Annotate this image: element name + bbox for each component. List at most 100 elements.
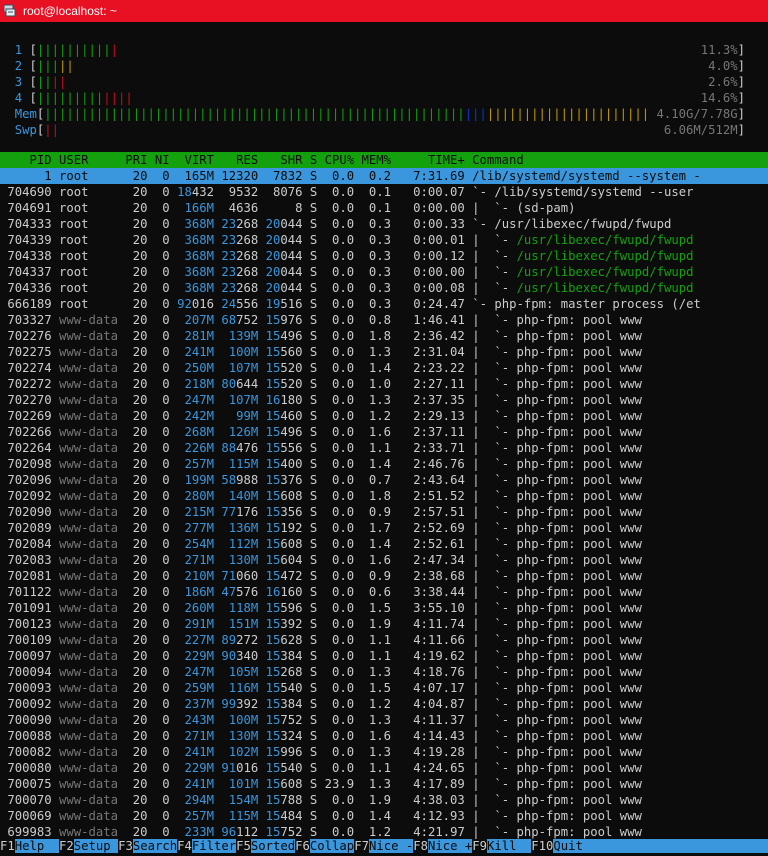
process-row[interactable]: 704337 root 20 0 368M 23268 20044 S 0.0 …	[0, 264, 768, 280]
cell-mem: 0.8	[354, 313, 392, 327]
process-row[interactable]: 701091 www-data 20 0 260M 118M 15596 S 0…	[0, 600, 768, 616]
fkey-f1[interactable]: F1Help	[0, 839, 60, 853]
fkey-f4[interactable]: F4Filter	[177, 839, 237, 853]
process-row[interactable]: 704691 root 20 0 166M 4636 8 S 0.0 0.1 0…	[0, 200, 768, 216]
process-row[interactable]: 702274 www-data 20 0 250M 107M 15520 S 0…	[0, 360, 768, 376]
fkey-f5[interactable]: F5Sorted	[236, 839, 296, 853]
column-header-pri[interactable]: PRI	[118, 153, 147, 167]
column-header-shr[interactable]: SHR	[258, 153, 302, 167]
process-row[interactable]: 704333 root 20 0 368M 23268 20044 S 0.0 …	[0, 216, 768, 232]
fkey-f9[interactable]: F9Kill	[472, 839, 532, 853]
cell-mem: 1.1	[354, 633, 392, 647]
fkey-f3[interactable]: F3Search	[118, 839, 178, 853]
cell-pid: 700094	[0, 665, 52, 679]
process-row[interactable]: 700080 www-data 20 0 229M 91016 15540 S …	[0, 760, 768, 776]
cell-s: S	[302, 793, 318, 807]
process-row[interactable]: 702270 www-data 20 0 247M 107M 16180 S 0…	[0, 392, 768, 408]
cell-pid: 704337	[0, 265, 52, 279]
tree-branch: | `-	[464, 377, 517, 391]
cell-cpu: 0.0	[317, 537, 355, 551]
column-header-s[interactable]: S	[302, 153, 317, 167]
cell-virt: 241M	[169, 745, 214, 759]
meter-bracket: ]	[737, 123, 745, 137]
cell-time: 2:38.68	[391, 569, 465, 583]
cell-shr: 15976	[258, 313, 303, 327]
process-row[interactable]: 702096 www-data 20 0 199M 58988 15376 S …	[0, 472, 768, 488]
process-row[interactable]: 701122 www-data 20 0 186M 47576 16160 S …	[0, 584, 768, 600]
process-row[interactable]: 700097 www-data 20 0 229M 90340 15384 S …	[0, 648, 768, 664]
column-header-virt[interactable]: VIRT	[170, 153, 214, 167]
process-row[interactable]: 700093 www-data 20 0 259M 116M 15540 S 0…	[0, 680, 768, 696]
process-row[interactable]: 702090 www-data 20 0 215M 77176 15356 S …	[0, 504, 768, 520]
cell-ni: 0	[147, 169, 170, 183]
process-row[interactable]: 704336 root 20 0 368M 23268 20044 S 0.0 …	[0, 280, 768, 296]
process-row[interactable]: 700109 www-data 20 0 227M 89272 15628 S …	[0, 632, 768, 648]
process-row[interactable]: 702269 www-data 20 0 242M 99M 15460 S 0.…	[0, 408, 768, 424]
fkey-f6[interactable]: F6Collap	[295, 839, 355, 853]
process-row[interactable]: 700069 www-data 20 0 257M 115M 15484 S 0…	[0, 808, 768, 824]
process-row[interactable]: 700092 www-data 20 0 237M 99392 15384 S …	[0, 696, 768, 712]
process-row[interactable]: 704338 root 20 0 368M 23268 20044 S 0.0 …	[0, 248, 768, 264]
cell-res-thousands: 71	[213, 569, 237, 583]
process-table-header[interactable]: PID USER PRI NI VIRT RES SHR S CPU% MEM%…	[0, 152, 768, 168]
process-row[interactable]: 700070 www-data 20 0 294M 154M 15788 S 0…	[0, 792, 768, 808]
cell-cmd: | `- php-fpm: pool www	[465, 425, 642, 439]
process-row[interactable]: 703327 www-data 20 0 207M 68752 15976 S …	[0, 312, 768, 328]
cell-s: S	[302, 713, 318, 727]
fkey-f8[interactable]: F8Nice +	[413, 839, 473, 853]
column-header-pid[interactable]: PID	[0, 153, 52, 167]
cell-time: 0:24.47	[391, 297, 465, 311]
process-row[interactable]: 702084 www-data 20 0 254M 112M 15608 S 0…	[0, 536, 768, 552]
fkey-f10[interactable]: F10Quit	[531, 839, 598, 853]
cell-shr-thousands: 15	[258, 777, 281, 791]
process-row[interactable]: 700075 www-data 20 0 241M 101M 15608 S 2…	[0, 776, 768, 792]
process-row[interactable]: 704339 root 20 0 368M 23268 20044 S 0.0 …	[0, 232, 768, 248]
cell-shr-thousands: 15	[258, 489, 281, 503]
cell-pri: 20	[118, 441, 148, 455]
cell-pid: 700090	[0, 713, 52, 727]
process-row[interactable]: 700082 www-data 20 0 241M 102M 15996 S 0…	[0, 744, 768, 760]
tree-branch: | `-	[464, 793, 517, 807]
process-row[interactable]: 700090 www-data 20 0 243M 100M 15752 S 0…	[0, 712, 768, 728]
process-row[interactable]: 702266 www-data 20 0 268M 126M 15496 S 0…	[0, 424, 768, 440]
cell-shr: 20044	[258, 249, 303, 263]
process-row[interactable]: 702272 www-data 20 0 218M 80644 15520 S …	[0, 376, 768, 392]
cell-res-thousands: 24	[213, 297, 237, 311]
process-row[interactable]: 702083 www-data 20 0 271M 130M 15604 S 0…	[0, 552, 768, 568]
cell-res: 101M	[213, 777, 259, 791]
cell-user: www-data	[51, 457, 119, 471]
column-header-cpu[interactable]: CPU%	[317, 153, 355, 167]
fkey-f7[interactable]: F7Nice -	[354, 839, 414, 853]
process-row[interactable]: 700094 www-data 20 0 247M 105M 15268 S 0…	[0, 664, 768, 680]
cell-virt: 271M	[169, 553, 214, 567]
process-row[interactable]: 700123 www-data 20 0 291M 151M 15392 S 0…	[0, 616, 768, 632]
process-row[interactable]: 1 root 20 0 165M 12320 7832 S 0.0 0.2 7:…	[0, 168, 768, 184]
cell-pri: 20	[118, 745, 148, 759]
process-row[interactable]: 702098 www-data 20 0 257M 115M 15400 S 0…	[0, 456, 768, 472]
process-row[interactable]: 702081 www-data 20 0 210M 71060 15472 S …	[0, 568, 768, 584]
swp-used-bar: ||	[44, 123, 60, 137]
cell-shr-thousands: 15	[258, 809, 281, 823]
fkey-f2[interactable]: F2Setup	[59, 839, 119, 853]
column-header-ni[interactable]: NI	[148, 153, 170, 167]
column-header-time[interactable]: TIME+	[391, 153, 465, 167]
process-row[interactable]: 700088 www-data 20 0 271M 130M 15324 S 0…	[0, 728, 768, 744]
process-row[interactable]: 666189 root 20 0 92016 24556 19516 S 0.0…	[0, 296, 768, 312]
cell-pid: 704333	[0, 217, 52, 231]
column-header-res[interactable]: RES	[214, 153, 258, 167]
cell-pri: 20	[118, 793, 148, 807]
column-header-mem[interactable]: MEM%	[354, 153, 392, 167]
process-row[interactable]: 702089 www-data 20 0 277M 136M 15192 S 0…	[0, 520, 768, 536]
process-row[interactable]: 702092 www-data 20 0 280M 140M 15608 S 0…	[0, 488, 768, 504]
process-row[interactable]: 702275 www-data 20 0 241M 100M 15560 S 0…	[0, 344, 768, 360]
cell-res: 90340	[214, 649, 258, 663]
process-row[interactable]: 702264 www-data 20 0 226M 88476 15556 S …	[0, 440, 768, 456]
process-row[interactable]: 702276 www-data 20 0 281M 139M 15496 S 0…	[0, 328, 768, 344]
column-header-user[interactable]: USER	[52, 153, 118, 167]
terminal-area[interactable]: 1 [||||||||||| 11.3%] 2 [||||| 4.0%] 3 […	[0, 22, 768, 856]
column-header-command[interactable]: Command	[465, 153, 524, 167]
cell-user: www-data	[51, 761, 119, 775]
cell-shr-units: 356	[280, 505, 303, 519]
process-row[interactable]: 704690 root 20 0 18432 9532 8076 S 0.0 0…	[0, 184, 768, 200]
cell-mem: 1.3	[354, 665, 392, 679]
